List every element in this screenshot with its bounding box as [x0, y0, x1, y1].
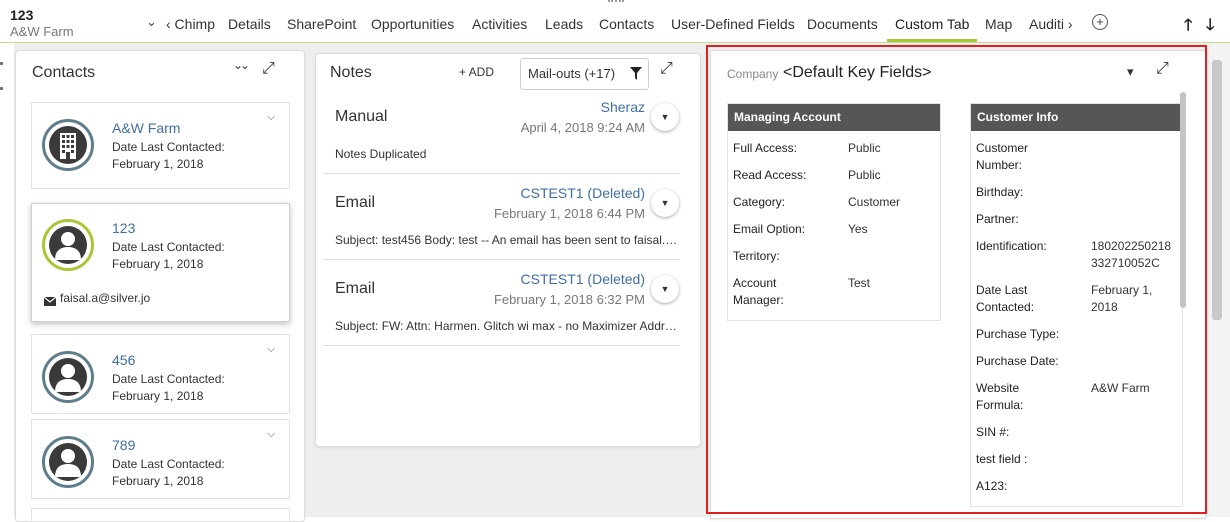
- tab-user-defined-fields[interactable]: User-Defined Fields: [671, 16, 795, 32]
- tab-documents[interactable]: Documents: [807, 16, 878, 32]
- contact-avatar: [42, 219, 94, 271]
- note-date: April 4, 2018 9:24 AM: [520, 120, 645, 135]
- contact-name[interactable]: A&W Farm: [112, 120, 180, 136]
- note-divider: [323, 173, 680, 174]
- contact-date-label: Date Last Contacted:: [112, 457, 225, 471]
- note-author[interactable]: CSTEST1 (Deleted): [440, 185, 645, 201]
- note-type: Email: [335, 280, 376, 297]
- tab-leads[interactable]: Leads: [545, 16, 583, 32]
- contact-date-label: Date Last Contacted:: [112, 140, 225, 154]
- tab-mailchimp[interactable]: ‹ Chimp: [166, 16, 215, 32]
- contact-date-value: February 1, 2018: [112, 257, 204, 271]
- note-type: Manual: [335, 108, 388, 125]
- contact-name[interactable]: 123: [112, 220, 135, 236]
- tab-sharepoint[interactable]: SharePoint: [287, 16, 356, 32]
- note-date: February 1, 2018 6:44 PM: [493, 206, 645, 221]
- tab-opportunities[interactable]: Opportunities: [371, 16, 454, 32]
- contact-date-value: February 1, 2018: [112, 157, 204, 171]
- tab-details[interactable]: Details: [228, 16, 271, 32]
- notes-expand-icon[interactable]: ⤢: [660, 60, 673, 78]
- note-author[interactable]: CSTEST1 (Deleted): [440, 271, 645, 287]
- move-down-icon[interactable]: 🡓: [1206, 14, 1214, 41]
- envelope-icon: [43, 293, 57, 306]
- contact-date-label: Date Last Contacted:: [112, 372, 225, 386]
- contact-email[interactable]: faisal.a@silver.jo: [60, 291, 150, 305]
- sidebar-marker: [0, 87, 3, 90]
- collapse-all-icon[interactable]: ⌄⌄: [233, 58, 250, 72]
- add-note-button[interactable]: + ADD: [459, 65, 494, 79]
- contact-avatar: [42, 436, 94, 488]
- chevron-down-icon[interactable]: ⌵: [267, 343, 275, 356]
- notes-filter-value: Mail-outs (+17): [528, 66, 616, 81]
- move-up-icon[interactable]: 🡑: [1184, 14, 1192, 41]
- person-icon: [49, 358, 87, 396]
- note-body[interactable]: Notes Duplicated: [335, 147, 680, 161]
- tab-custom-tab[interactable]: Custom Tab: [895, 16, 969, 32]
- left-sidebar-strip: [0, 43, 14, 517]
- contact-date-label: Date Last Contacted:: [112, 240, 225, 254]
- tab-overflow-chevron-icon[interactable]: ⌄: [146, 14, 157, 30]
- note-expand-icon[interactable]: ▼: [651, 189, 679, 217]
- note-expand-icon[interactable]: ▼: [651, 103, 679, 131]
- note-type: Email: [335, 194, 376, 211]
- note-expand-icon[interactable]: ▼: [651, 275, 679, 303]
- note-body[interactable]: Subject: test456 Body: test -- An email …: [335, 233, 680, 247]
- tab-map[interactable]: Map: [985, 16, 1012, 32]
- note-date: February 1, 2018 6:32 PM: [493, 292, 645, 307]
- contact-date-value: February 1, 2018: [112, 474, 204, 488]
- tab-contacts[interactable]: Contacts: [599, 16, 654, 32]
- drag-grip[interactable]: [608, 0, 624, 6]
- notes-panel-title: Notes: [330, 64, 372, 81]
- person-icon: [49, 443, 87, 481]
- contacts-panel-title: Contacts: [32, 64, 96, 81]
- note-body[interactable]: Subject: FW: Attn: Harmen. Glitch wi max…: [335, 319, 680, 333]
- tab-auditing[interactable]: Auditi ›: [1029, 16, 1073, 32]
- filter-icon: [630, 67, 642, 83]
- tab-activities[interactable]: Activities: [472, 16, 527, 32]
- contact-date-value: February 1, 2018: [112, 389, 204, 403]
- highlight-frame: [706, 45, 1207, 514]
- building-icon: [49, 126, 87, 164]
- sidebar-marker: [0, 62, 3, 65]
- person-icon: [49, 226, 87, 264]
- chevron-down-icon[interactable]: ⌵: [267, 428, 275, 441]
- add-tab-icon[interactable]: +: [1092, 14, 1108, 30]
- contact-name[interactable]: 789: [112, 437, 135, 453]
- note-author[interactable]: Sheraz: [470, 99, 645, 115]
- page-scrollbar-thumb[interactable]: [1212, 60, 1222, 320]
- chevron-down-icon[interactable]: ⌵: [267, 111, 275, 124]
- contacts-expand-icon[interactable]: ⤢: [262, 60, 275, 78]
- contact-avatar: [42, 351, 94, 403]
- note-divider: [323, 345, 680, 346]
- note-divider: [323, 259, 680, 260]
- notes-filter-dropdown[interactable]: Mail-outs (+17): [520, 58, 649, 90]
- record-subtitle: A&W Farm: [10, 24, 74, 39]
- contact-avatar: [42, 119, 94, 171]
- record-title: 123: [10, 7, 34, 23]
- contact-name[interactable]: 456: [112, 352, 135, 368]
- contact-card-partial[interactable]: [31, 508, 290, 522]
